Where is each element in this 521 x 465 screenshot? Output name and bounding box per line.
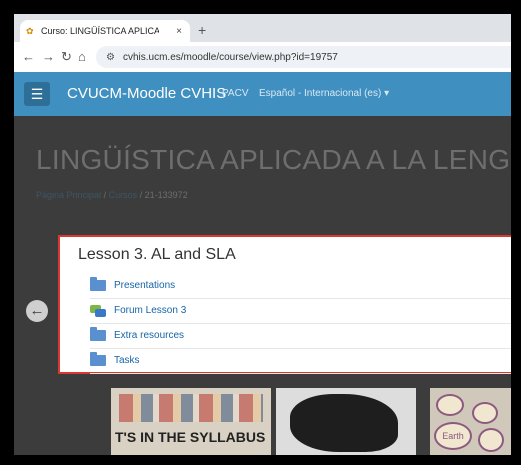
- speech-bubble-icon: [436, 394, 464, 416]
- breadcrumb: Página Principal / Cursos / 21-133972: [36, 190, 188, 200]
- site-info-icon[interactable]: ⚙: [106, 52, 115, 63]
- page-title: LINGÜÍSTICA APLICADA A LA LENGUA INGI: [36, 144, 511, 175]
- hamburger-icon: ☰: [30, 86, 44, 102]
- folder-icon: [90, 327, 108, 341]
- activity-extra-resources[interactable]: Extra resources: [90, 323, 511, 349]
- moodle-navbar: ☰ CVUCM-Moodle CVHIS PACV Español - Inte…: [14, 72, 511, 116]
- new-tab-button[interactable]: +: [198, 22, 206, 38]
- activity-label[interactable]: Tasks: [114, 355, 140, 366]
- speech-bubble-icon: [472, 402, 498, 424]
- speech-bubbles-thumbnail[interactable]: Earth: [430, 388, 511, 455]
- silhouette-image: [290, 394, 398, 452]
- browser-tab[interactable]: ✿ Curso: LINGÜÍSTICA APLICA ×: [20, 20, 190, 42]
- activity-presentations[interactable]: Presentations: [90, 273, 511, 299]
- breadcrumb-courses[interactable]: Cursos: [109, 190, 138, 200]
- tab-title: Curso: LINGÜÍSTICA APLICA: [41, 26, 159, 36]
- activity-tasks[interactable]: Tasks: [90, 348, 511, 374]
- folder-icon: [90, 277, 108, 291]
- close-tab-icon[interactable]: ×: [176, 26, 182, 37]
- activity-label[interactable]: Extra resources: [114, 330, 184, 341]
- activity-forum-lesson-3[interactable]: Forum Lesson 3: [90, 298, 511, 324]
- moodle-favicon-icon: ✿: [26, 26, 34, 36]
- activity-label[interactable]: Forum Lesson 3: [114, 305, 186, 316]
- back-icon[interactable]: ←: [22, 49, 35, 64]
- section-title: Lesson 3. AL and SLA: [78, 246, 236, 263]
- speech-bubble-icon: [478, 428, 504, 452]
- reload-icon[interactable]: ↻: [61, 49, 72, 65]
- activity-label[interactable]: Presentations: [114, 280, 175, 291]
- url-text: cvhis.ucm.es/moodle/course/view.php?id=1…: [122, 51, 338, 63]
- syllabus-thumbnail[interactable]: T'S IN THE SYLLABUS: [111, 388, 271, 455]
- url-field[interactable]: ⚙ cvhis.ucm.es/moodle/course/view.php?id…: [96, 46, 511, 68]
- carousel-prev-icon[interactable]: ←: [26, 300, 48, 322]
- breadcrumb-separator: /: [139, 190, 143, 200]
- breadcrumb-home[interactable]: Página Principal: [36, 190, 101, 200]
- language-menu[interactable]: Español - Internacional (es) ▾: [259, 88, 389, 99]
- heads-thumbnail[interactable]: [276, 388, 416, 455]
- browser-window: ✿ Curso: LINGÜÍSTICA APLICA × + ← → ↻ ⌂ …: [14, 14, 511, 455]
- pacv-link[interactable]: PACV: [222, 88, 249, 99]
- menu-toggle-button[interactable]: ☰: [24, 82, 50, 106]
- home-icon[interactable]: ⌂: [78, 49, 86, 64]
- breadcrumb-course[interactable]: 21-133972: [145, 190, 188, 200]
- site-brand[interactable]: CVUCM-Moodle CVHIS: [67, 85, 226, 102]
- lesson-section-card: Lesson 3. AL and SLA Presentations Forum…: [58, 235, 511, 374]
- cartoon-figures: [119, 394, 263, 422]
- forward-icon[interactable]: →: [42, 49, 55, 64]
- address-bar-row: ← → ↻ ⌂ ⚙ cvhis.ucm.es/moodle/course/vie…: [14, 42, 511, 73]
- tab-strip: ✿ Curso: LINGÜÍSTICA APLICA × +: [14, 14, 511, 42]
- forum-icon: [90, 304, 108, 317]
- folder-icon: [90, 352, 108, 366]
- earth-bubble: Earth: [434, 422, 472, 450]
- syllabus-caption: T'S IN THE SYLLABUS: [115, 429, 266, 445]
- breadcrumb-separator: /: [103, 190, 107, 200]
